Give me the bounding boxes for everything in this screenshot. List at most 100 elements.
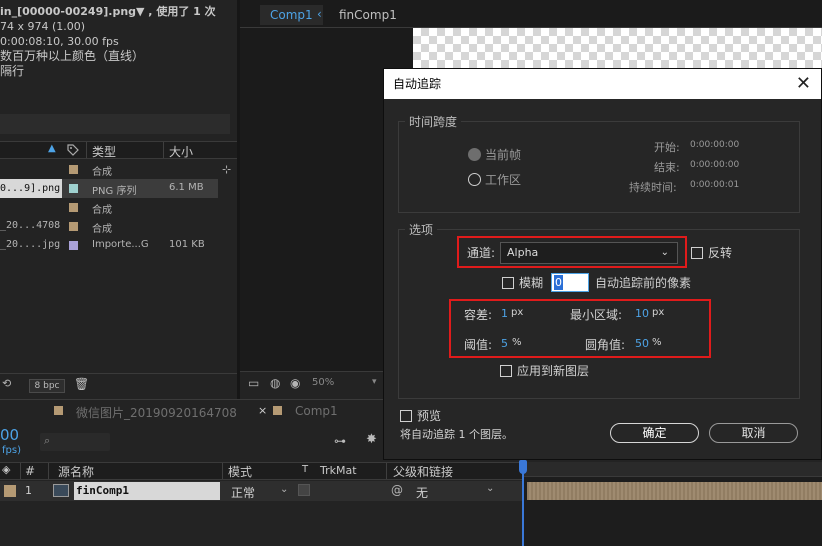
time-ruler[interactable] <box>522 462 822 477</box>
camera-icon[interactable]: ◍ <box>270 376 280 390</box>
threshold-unit: % <box>512 337 522 348</box>
apply-new-layer-label[interactable]: 应用到新图层 <box>517 362 589 379</box>
parent-chevron-down-icon[interactable]: ⌄ <box>486 483 494 494</box>
column-type[interactable]: 类型 <box>92 143 116 160</box>
label-color[interactable] <box>4 485 16 497</box>
column-trkmat[interactable]: TrkMat <box>320 464 357 477</box>
layer-name[interactable]: finComp1 <box>74 482 220 500</box>
bpc-button[interactable]: 8 bpc <box>29 379 65 393</box>
layer-column-header: ◈ # 源名称 模式 T TrkMat 父级和链接 <box>0 462 522 480</box>
threshold-label: 阈值: <box>464 338 493 352</box>
chevron-down-icon: ⌄ <box>660 247 669 258</box>
invert-label[interactable]: 反转 <box>708 244 732 261</box>
parent-select[interactable]: 无 <box>416 484 428 501</box>
list-item[interactable]: 合成 <box>0 160 218 179</box>
dialog-titlebar[interactable]: 自动追踪 <box>384 69 821 99</box>
table-row[interactable]: 1 finComp1 正常 ⌄ @ 无 ⌄ <box>0 481 522 501</box>
label-tag-icon[interactable] <box>67 144 79 156</box>
mask-icon[interactable]: ◉ <box>290 376 300 390</box>
duration-value: 0:00:00:01 <box>690 180 740 190</box>
label-color <box>69 222 78 231</box>
draft-3d-icon[interactable]: ✸ <box>366 432 377 447</box>
current-frame-label[interactable]: 当前帧 <box>485 146 521 163</box>
layer-duration-bar[interactable] <box>527 482 822 500</box>
item-type: 合成 <box>92 224 112 235</box>
threshold-value[interactable]: 5 <box>501 337 508 350</box>
label-color <box>69 184 78 193</box>
preview-label[interactable]: 预览 <box>417 407 441 424</box>
tolerance-value[interactable]: 1 <box>501 307 508 320</box>
tab-fincomp1[interactable]: finComp1 <box>329 5 407 25</box>
timeline-search-input[interactable]: ⌕ <box>40 433 110 451</box>
status-text: 将自动追踪 1 个图层。 <box>400 428 513 441</box>
interpret-footage-icon[interactable]: ⟲ <box>2 377 11 390</box>
channel-select[interactable]: Alpha ⌄ <box>500 242 678 264</box>
footage-info: in_[00000-00249].png▼ , 使用了 1 次 74 x 974… <box>0 4 237 79</box>
blur-input[interactable]: 0 <box>551 273 589 292</box>
column-mode[interactable]: 模式 <box>228 463 252 480</box>
duration-label: 持续时间: <box>629 181 677 194</box>
mode-chevron-down-icon[interactable]: ⌄ <box>280 484 288 495</box>
flowchart-icon[interactable]: ⊹ <box>222 163 231 176</box>
item-type: 合成 <box>92 205 112 216</box>
project-search-input[interactable] <box>0 114 230 134</box>
item-size: 101 KB <box>169 239 205 250</box>
preserve-transparency-checkbox[interactable] <box>298 484 310 496</box>
timecode-display[interactable]: 00 <box>0 426 19 444</box>
list-item[interactable]: 0...9].png PNG 序列 6.1 MB <box>0 179 218 198</box>
cancel-button[interactable]: 取消 <box>709 423 798 443</box>
end-label: 结束: <box>654 161 680 174</box>
chevron-left-icon[interactable]: ‹ <box>317 7 322 21</box>
label-tag-icon[interactable]: ◈ <box>2 463 10 476</box>
close-icon[interactable]: ✕ <box>796 69 811 99</box>
column-size[interactable]: 大小 <box>169 143 193 160</box>
column-parent[interactable]: 父级和链接 <box>393 463 453 480</box>
apply-new-layer-checkbox[interactable] <box>500 365 512 377</box>
item-name: _20...4708 <box>0 220 61 231</box>
item-type: PNG 序列 <box>92 186 137 197</box>
layer-mode-select[interactable]: 正常 <box>231 484 255 501</box>
list-item[interactable]: 合成 <box>0 198 218 217</box>
channel-label: 通道: <box>467 246 496 260</box>
tab-comp1-timeline[interactable]: Comp1 <box>295 404 338 418</box>
tolerance-label: 容差: <box>464 308 493 322</box>
min-area-value[interactable]: 10 <box>635 307 649 320</box>
footage-dimensions: 74 x 974 (1.00) <box>0 20 86 33</box>
list-item[interactable]: _20....jpg Importe...G 101 KB <box>0 236 218 255</box>
work-area-radio[interactable] <box>468 173 481 186</box>
column-t[interactable]: T <box>302 464 308 475</box>
preview-checkbox[interactable] <box>400 410 412 422</box>
current-frame-radio[interactable] <box>468 148 481 161</box>
time-span-label: 时间跨度 <box>405 113 462 130</box>
column-divider <box>48 463 49 479</box>
comp-tab-bar: Comp1 ‹ finComp1 <box>240 0 822 28</box>
zoom-select[interactable]: 50% <box>312 377 334 388</box>
current-time-indicator-head[interactable] <box>519 460 527 474</box>
column-divider <box>20 463 21 479</box>
column-source-name[interactable]: 源名称 <box>58 463 94 480</box>
tab-wechat-image[interactable]: 微信图片_20190920164708 <box>76 404 237 421</box>
monitor-icon[interactable]: ▭ <box>248 376 259 390</box>
tab-comp1[interactable]: Comp1 <box>260 5 323 25</box>
work-area-label[interactable]: 工作区 <box>485 171 521 188</box>
blur-label[interactable]: 模糊 <box>519 274 543 291</box>
sort-ascending-icon[interactable]: ▲ <box>48 143 56 154</box>
close-tab-icon[interactable]: × <box>258 404 267 417</box>
zoom-chevron-down-icon[interactable]: ▾ <box>372 377 377 387</box>
trash-icon[interactable]: 🗑 <box>74 377 89 391</box>
item-size: 6.1 MB <box>169 182 204 193</box>
ok-button[interactable]: 确定 <box>610 423 699 443</box>
footage-name[interactable]: in_[00000-00249].png▼ , 使用了 1 次 <box>0 4 237 19</box>
min-area-label: 最小区域: <box>570 308 623 322</box>
blur-checkbox[interactable] <box>502 277 514 289</box>
layer-number: 1 <box>25 484 32 497</box>
corner-value[interactable]: 50 <box>635 337 649 350</box>
column-number[interactable]: # <box>25 464 35 478</box>
invert-checkbox[interactable] <box>691 247 703 259</box>
list-item[interactable]: _20...4708 合成 <box>0 217 218 236</box>
pickwhip-icon[interactable]: @ <box>391 483 403 497</box>
column-divider <box>222 463 223 479</box>
tolerance-unit: px <box>511 307 524 318</box>
time-span-group <box>398 121 800 213</box>
comp-flowchart-icon[interactable]: ⊶ <box>334 434 346 448</box>
